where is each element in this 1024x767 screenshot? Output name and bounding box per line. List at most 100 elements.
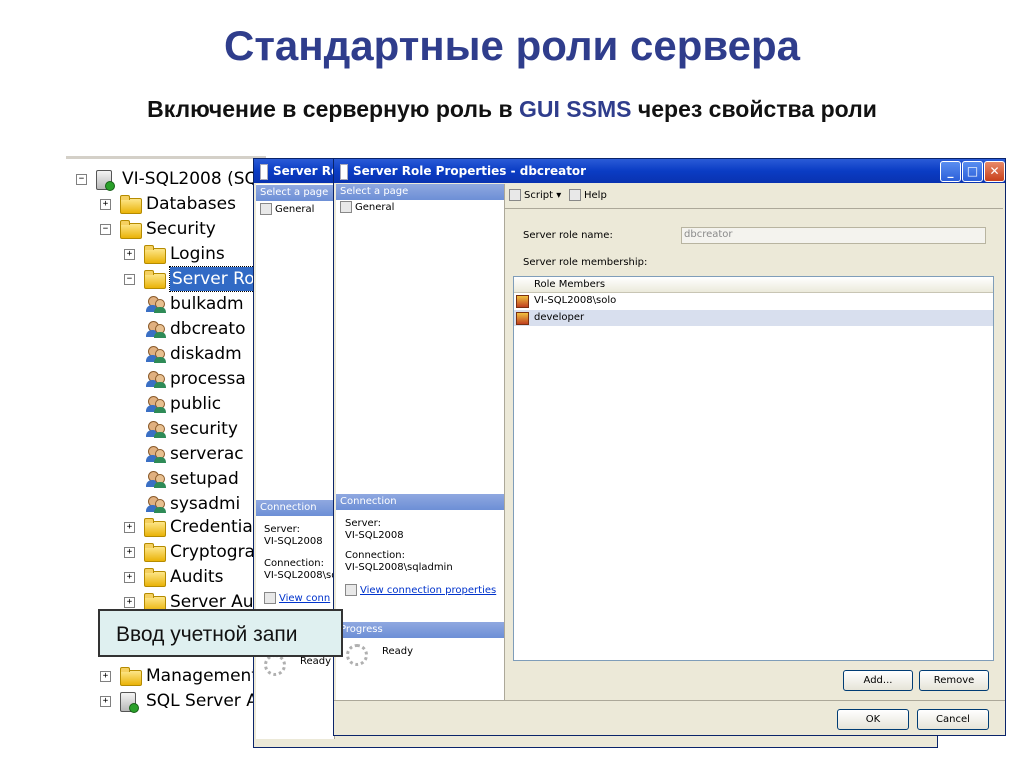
tree-node-label: dbcreato [170,319,246,339]
ok-button[interactable]: OK [837,709,909,730]
folder-icon [144,518,166,537]
login-icon [516,295,529,308]
slide-title: Стандартные роли сервера [223,22,801,69]
folder-icon [144,245,166,264]
tree-node-label: Databases [146,194,236,214]
expand-icon[interactable]: + [100,671,111,682]
page-icon [340,201,352,213]
role-members-grid[interactable]: Role Members VI-SQL2008\solo developer [513,276,994,661]
expand-icon[interactable]: + [124,597,135,608]
collapse-icon[interactable]: − [124,274,135,285]
collapse-icon[interactable]: − [76,174,87,185]
back-connection-header: Connection [256,500,334,516]
folder-icon [120,220,142,239]
role-icon [146,345,166,363]
script-label: Script [524,190,554,201]
page-general[interactable]: General [340,201,394,213]
tree-node-label: security [170,419,238,439]
folder-icon [120,195,142,214]
close-button[interactable]: ✕ [984,161,1005,182]
member-row[interactable]: VI-SQL2008\solo [514,293,993,309]
ready-text: Ready [382,646,414,657]
expand-icon[interactable]: + [100,696,111,707]
toolbar-divider [505,208,1003,209]
expand-icon[interactable]: + [100,199,111,210]
tree-node-label: setupad [170,469,239,489]
tree-node-label: Credentials [170,517,266,537]
view-connection-properties-link[interactable]: View connection properties [345,584,496,596]
front-window-title: Server Role Properties - dbcreator [353,164,587,178]
view-link-text: View connection properties [360,585,497,596]
folder-icon [120,667,142,686]
connection-header: Connection [336,494,504,510]
role-icon [146,495,166,513]
server-label: Server: [345,518,381,529]
role-members-header[interactable]: Role Members [514,277,993,293]
folder-icon [144,543,166,562]
role-icon [146,470,166,488]
tree-node-label: diskadm [170,344,242,364]
tree-node-label: processa [170,369,246,389]
role-name-field[interactable]: dbcreator [681,227,986,244]
window-icon [260,163,268,180]
expand-icon[interactable]: + [124,249,135,260]
back-view-link-text: View conn [279,593,331,604]
back-view-connection-link[interactable]: View conn [264,592,330,604]
folder-icon [144,568,166,587]
role-members-header-label: Role Members [534,279,606,290]
properties-icon [264,592,276,604]
back-progress-spinner-icon [264,654,286,676]
expand-icon[interactable]: + [124,522,135,533]
expand-icon[interactable]: + [124,547,135,558]
back-server-label: Server: [264,524,300,535]
server-value: VI-SQL2008 [345,530,404,541]
expand-icon[interactable]: + [124,572,135,583]
back-page-general[interactable]: General [260,203,314,215]
maximize-button[interactable]: □ [962,161,983,182]
server-role-properties-window: Server Role Properties - dbcreator _ □ ✕… [333,158,1006,736]
progress-spinner-icon [346,644,368,666]
back-page-general-label: General [275,204,315,215]
page-general-label: General [355,202,395,213]
connection-value: VI-SQL2008\sqladmin [345,562,453,573]
back-ready-text: Ready [300,656,332,667]
cancel-button[interactable]: Cancel [917,709,989,730]
tree-node-label: Audits [170,567,224,587]
member-row-selected[interactable]: developer [514,310,993,326]
tree-node-label: SQL Server Ag [146,691,266,711]
tree-node-label: Server Role [169,266,266,292]
minimize-button[interactable]: _ [940,161,961,182]
login-icon [516,312,529,325]
role-icon [146,370,166,388]
tree-node-label: Logins [170,244,225,264]
role-icon [146,445,166,463]
front-window-titlebar[interactable]: Server Role Properties - dbcreator [334,159,1005,183]
tree-node-label: public [170,394,222,414]
tree-node-label: bulkadm [170,294,244,314]
page-icon [260,203,272,215]
subtitle-part2: через свойства роли [631,96,877,122]
slide-subtitle: Включение в серверную роль в GUI SSMS че… [0,96,1024,123]
callout-box: Ввод учетной запи [98,609,343,657]
tree-node-label: Management [146,666,258,686]
front-window-right-pane: Script ▾ Help Server role name: dbcreato… [505,184,1003,700]
tree-node-label: Security [146,219,216,239]
script-button[interactable]: Script ▾ [509,189,561,201]
back-select-page-header: Select a page [256,185,334,201]
back-connection-label: Connection: [264,558,324,569]
add-button[interactable]: Add... [843,670,913,691]
role-name-value: dbcreator [684,229,733,240]
tree-node-label: Cryptograp [170,542,266,562]
help-label: Help [584,190,607,201]
connection-label: Connection: [345,550,405,561]
progress-header: Progress [336,622,504,638]
remove-button[interactable]: Remove [919,670,989,691]
help-icon [569,189,581,201]
role-icon [146,320,166,338]
help-button[interactable]: Help [569,189,607,201]
role-icon [146,420,166,438]
collapse-icon[interactable]: − [100,224,111,235]
front-window-left-pane: Select a page General Connection Server:… [336,184,505,700]
subtitle-part1: Включение в серверную роль в [147,96,520,122]
script-icon [509,189,521,201]
